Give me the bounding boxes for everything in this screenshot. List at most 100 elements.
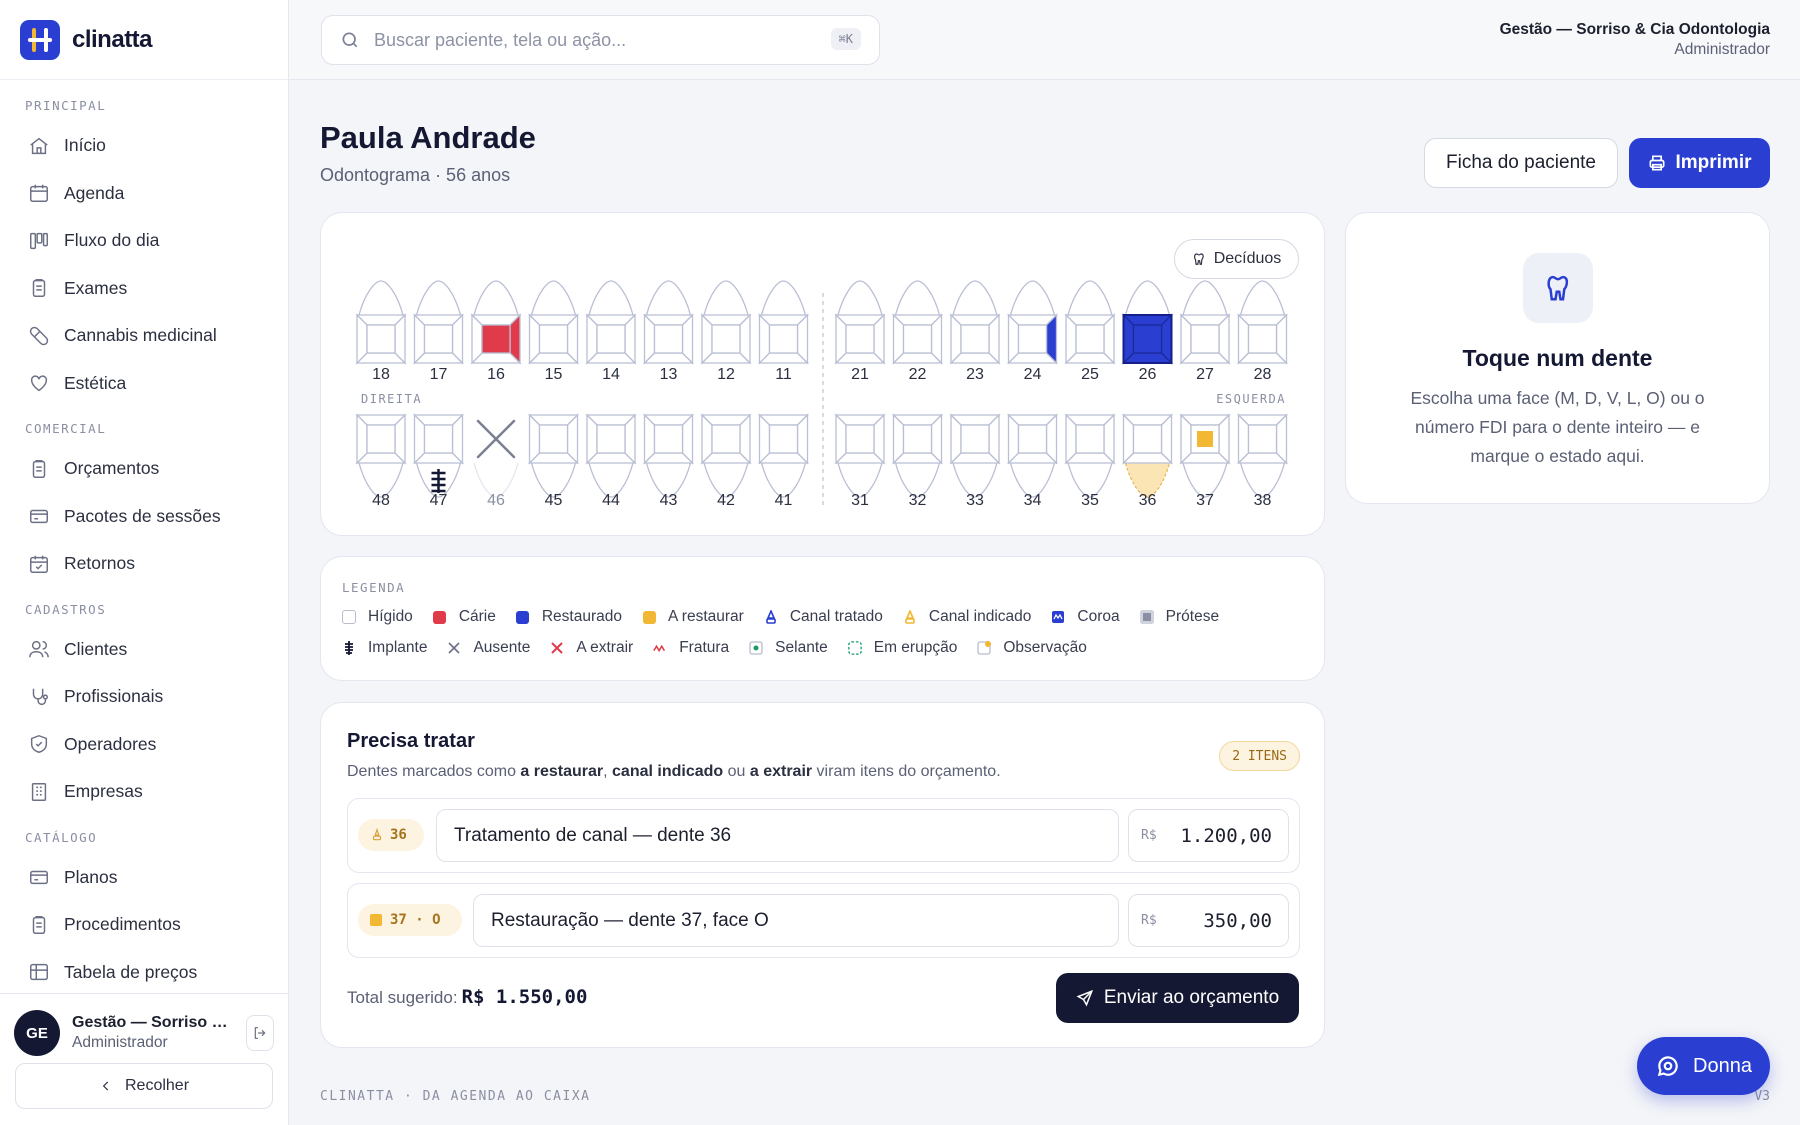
tooth-12[interactable]: 12 bbox=[700, 280, 752, 383]
sidebar-item-pacotes-de-sessoes[interactable]: Pacotes de sessões bbox=[0, 493, 288, 541]
tooth-root[interactable] bbox=[1124, 280, 1171, 316]
avatar[interactable]: GE bbox=[14, 1010, 60, 1056]
search-box[interactable]: ⌘K bbox=[321, 15, 880, 65]
tooth-23[interactable]: 23 bbox=[949, 280, 1001, 383]
sidebar-item-cannabis-medicinal[interactable]: Cannabis medicinal bbox=[0, 312, 288, 360]
sidebar-item-inicio[interactable]: Início bbox=[0, 122, 288, 170]
sidebar-item-estetica[interactable]: Estética bbox=[0, 360, 288, 408]
tooth-number[interactable]: 27 bbox=[1196, 366, 1214, 383]
tooth-number[interactable]: 37 bbox=[1196, 492, 1214, 509]
tooth-37[interactable]: 37 bbox=[1179, 413, 1231, 509]
tooth-17[interactable]: 17 bbox=[412, 280, 465, 383]
tooth-number[interactable]: 48 bbox=[372, 492, 390, 509]
sidebar-item-retornos[interactable]: Retornos bbox=[0, 540, 288, 588]
tooth-number[interactable]: 12 bbox=[717, 366, 735, 383]
tooth-face-center[interactable] bbox=[423, 324, 454, 354]
tooth-28[interactable]: 28 bbox=[1236, 280, 1289, 383]
tooth-18[interactable]: 18 bbox=[355, 280, 407, 383]
tooth-number[interactable]: 31 bbox=[851, 492, 869, 509]
tooth-47[interactable]: 47 bbox=[412, 413, 465, 509]
tooth-31[interactable]: 31 bbox=[834, 413, 886, 509]
tooth-face-center[interactable] bbox=[1247, 324, 1278, 354]
tooth-face-center[interactable] bbox=[481, 324, 511, 354]
tooth-48[interactable]: 48 bbox=[355, 413, 407, 509]
tooth-number[interactable]: 35 bbox=[1081, 492, 1099, 509]
tooth-root[interactable] bbox=[837, 280, 883, 316]
sidebar-item-agenda[interactable]: Agenda bbox=[0, 170, 288, 218]
tooth-number[interactable]: 11 bbox=[775, 366, 792, 383]
tooth-11[interactable]: 11 bbox=[757, 280, 810, 383]
tooth-32[interactable]: 32 bbox=[891, 413, 944, 509]
tooth-number[interactable]: 26 bbox=[1139, 366, 1157, 383]
tooth-root[interactable] bbox=[760, 280, 807, 316]
brand[interactable]: clinatta bbox=[0, 0, 288, 80]
treatment-price-input[interactable]: R$ 350,00 bbox=[1128, 894, 1289, 947]
tooth-face-center[interactable] bbox=[960, 424, 990, 454]
tooth-face-center[interactable] bbox=[653, 324, 684, 354]
tooth-number[interactable]: 13 bbox=[660, 366, 678, 383]
tooth-16[interactable]: 16 bbox=[470, 280, 522, 383]
tooth-root[interactable] bbox=[1009, 280, 1056, 316]
sidebar-item-profissionais[interactable]: Profissionais bbox=[0, 673, 288, 721]
tooth-number[interactable]: 32 bbox=[909, 492, 927, 509]
tooth-root[interactable] bbox=[952, 280, 998, 316]
tooth-face-center[interactable] bbox=[768, 324, 799, 354]
tooth-15[interactable]: 15 bbox=[527, 280, 580, 383]
tooth-face-center[interactable] bbox=[1132, 424, 1163, 454]
tooth-46[interactable]: 46 bbox=[473, 419, 519, 509]
tooth-face-center[interactable] bbox=[538, 424, 569, 454]
tooth-number[interactable]: 14 bbox=[602, 366, 620, 383]
tooth-38[interactable]: 38 bbox=[1236, 413, 1289, 509]
tooth-face-center[interactable] bbox=[768, 424, 799, 454]
tooth-number[interactable]: 28 bbox=[1254, 366, 1272, 383]
tooth-number[interactable]: 36 bbox=[1139, 492, 1157, 509]
tooth-22[interactable]: 22 bbox=[891, 280, 944, 383]
tooth-face-center[interactable] bbox=[1075, 424, 1105, 454]
tooth-number[interactable]: 44 bbox=[602, 492, 620, 509]
tooth-26[interactable]: 26 bbox=[1121, 280, 1174, 383]
tooth-root[interactable] bbox=[894, 280, 941, 316]
sidebar-item-tabela-de-precos[interactable]: Tabela de preços bbox=[0, 949, 288, 996]
tooth-24[interactable]: 24 bbox=[1006, 280, 1059, 383]
send-to-budget-button[interactable]: Enviar ao orçamento bbox=[1056, 973, 1299, 1023]
tooth-number[interactable]: 17 bbox=[430, 366, 448, 383]
tooth-root[interactable] bbox=[588, 280, 634, 316]
tooth-number[interactable]: 34 bbox=[1024, 492, 1042, 509]
tooth-36[interactable]: 36 bbox=[1121, 413, 1174, 509]
tooth-root[interactable] bbox=[703, 280, 749, 316]
tooth-number[interactable]: 38 bbox=[1254, 492, 1272, 509]
tooth-number[interactable]: 46 bbox=[487, 492, 505, 509]
patient-record-button[interactable]: Ficha do paciente bbox=[1424, 138, 1618, 188]
logout-button[interactable] bbox=[246, 1015, 274, 1051]
tooth-14[interactable]: 14 bbox=[585, 280, 637, 383]
tooth-35[interactable]: 35 bbox=[1064, 413, 1116, 509]
print-button[interactable]: Imprimir bbox=[1629, 138, 1770, 188]
tooth-34[interactable]: 34 bbox=[1006, 413, 1059, 509]
tooth-number[interactable]: 21 bbox=[851, 366, 869, 383]
tooth-root[interactable] bbox=[1182, 280, 1228, 316]
tooth-45[interactable]: 45 bbox=[527, 413, 580, 509]
tooth-face-center[interactable] bbox=[845, 424, 875, 454]
tooth-number[interactable]: 24 bbox=[1024, 366, 1042, 383]
sidebar-item-planos[interactable]: Planos bbox=[0, 854, 288, 902]
tooth-face-center[interactable] bbox=[596, 424, 626, 454]
sidebar-item-clientes[interactable]: Clientes bbox=[0, 626, 288, 674]
tooth-face-center[interactable] bbox=[960, 324, 990, 354]
tooth-root[interactable] bbox=[1067, 280, 1113, 316]
sidebar-item-operadores[interactable]: Operadores bbox=[0, 721, 288, 769]
tooth-face-center[interactable] bbox=[366, 324, 396, 354]
sidebar-item-fluxo-do-dia[interactable]: Fluxo do dia bbox=[0, 217, 288, 265]
tooth-face-center[interactable] bbox=[845, 324, 875, 354]
sidebar-item-exames[interactable]: Exames bbox=[0, 265, 288, 313]
tooth-number[interactable]: 45 bbox=[545, 492, 563, 509]
tooth-face-center[interactable] bbox=[1017, 424, 1048, 454]
tooth-face-center[interactable] bbox=[1190, 324, 1220, 354]
tooth-face-center[interactable] bbox=[902, 424, 933, 454]
tooth-root[interactable] bbox=[645, 280, 692, 316]
tooth-44[interactable]: 44 bbox=[585, 413, 637, 509]
treatment-price-input[interactable]: R$ 1.200,00 bbox=[1128, 809, 1289, 862]
tooth-number[interactable]: 33 bbox=[966, 492, 984, 509]
tooth-face-center[interactable] bbox=[653, 424, 684, 454]
tooth-42[interactable]: 42 bbox=[700, 413, 752, 509]
treatment-description-input[interactable]: Restauração — dente 37, face O bbox=[473, 894, 1119, 947]
